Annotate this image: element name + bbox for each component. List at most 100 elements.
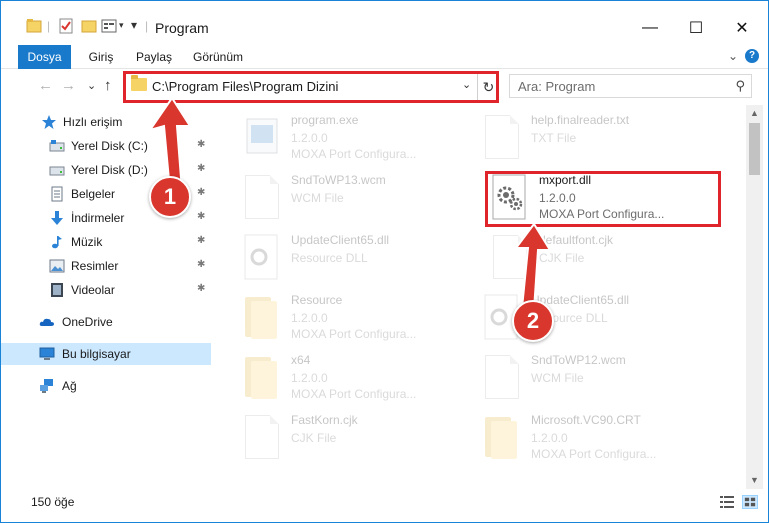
sidebar-item-label: Resimler [71, 259, 119, 273]
file-name: UpdateClient65.dll [291, 233, 390, 247]
details-view-icon[interactable] [719, 495, 735, 509]
file-item[interactable]: help.finalreader.txt TXT File [481, 109, 721, 169]
step-1-badge: 1 [149, 176, 191, 218]
tab-giris[interactable]: Giriş [81, 45, 121, 69]
minimize-button[interactable]: — [627, 11, 673, 45]
file-version: 1.2.0.0 [291, 371, 328, 385]
file-list: program.exe 1.2.0.0 MOXA Port Configura.… [215, 105, 745, 489]
close-button[interactable]: ✕ [719, 11, 765, 45]
sidebar-item-videolar[interactable]: Videolar ✱ [1, 279, 211, 301]
large-icons-view-icon[interactable] [742, 495, 758, 509]
folder-icon [241, 293, 283, 345]
document-icon [481, 353, 523, 405]
search-placeholder: Ara: Program [518, 79, 596, 94]
document-icon [241, 413, 283, 465]
ribbon-tabs: Dosya Giriş Paylaş Görünüm ⌄ ? [1, 45, 768, 69]
sidebar-item-bu-bilgisayar[interactable]: Bu bilgisayar [1, 343, 211, 365]
file-item[interactable]: Microsoft.VC90.CRT 1.2.0.0 MOXA Port Con… [481, 409, 721, 469]
tab-gorunum[interactable]: Görünüm [187, 45, 249, 69]
title-bar: | ▾ ▾ | Program — ☐ ✕ [1, 1, 768, 45]
sidebar-item-label: İndirmeler [71, 211, 125, 225]
explorer-window: | ▾ ▾ | Program — ☐ ✕ Dosya Giriş Paylaş… [0, 0, 769, 523]
file-type: WCM File [531, 371, 584, 385]
help-icon[interactable]: ? [745, 49, 759, 63]
sidebar-item-resimler[interactable]: Resimler ✱ [1, 255, 211, 277]
sidebar-item-label: Hızlı erişim [63, 115, 123, 129]
sidebar-item-label: Müzik [71, 235, 103, 249]
separator: | [145, 19, 149, 33]
expand-ribbon-icon[interactable]: ⌄ [728, 49, 738, 63]
exe-icon [246, 118, 278, 154]
folder-icon [481, 413, 523, 465]
music-icon [52, 236, 62, 249]
file-item[interactable]: UpdateClient65.dll Resource DLL [241, 229, 481, 289]
file-item[interactable]: SndToWP13.wcm WCM File [241, 169, 481, 229]
tab-dosya[interactable]: Dosya [18, 45, 71, 69]
scroll-up-icon[interactable]: ▲ [746, 105, 763, 122]
forward-icon[interactable]: → [61, 77, 76, 94]
file-name: help.finalreader.txt [531, 113, 630, 127]
properties-icon[interactable] [58, 18, 74, 34]
file-version: 1.2.0.0 [291, 311, 328, 325]
sidebar-item-label: Videolar [71, 283, 115, 297]
document-icon [241, 173, 283, 225]
file-item[interactable]: Resource 1.2.0.0 MOXA Port Configura... [241, 289, 481, 349]
tab-paylas[interactable]: Paylaş [131, 45, 177, 69]
sidebar-item-label: Belgeler [71, 187, 116, 201]
file-name: SndToWP13.wcm [291, 173, 386, 187]
item-count: 150 öğe [31, 495, 75, 509]
scroll-thumb[interactable] [749, 123, 760, 175]
sidebar-item-onedrive[interactable]: OneDrive [1, 311, 211, 333]
new-folder-icon[interactable] [81, 18, 97, 34]
folder-icon [241, 353, 283, 405]
sidebar-item-label: Ağ [62, 379, 77, 393]
file-description: MOXA Port Configura... [291, 327, 417, 341]
vertical-scrollbar[interactable]: ▲ ▼ [746, 105, 763, 489]
drive-icon [49, 140, 65, 152]
sidebar-item-label: Bu bilgisayar [62, 347, 131, 361]
file-version: 1.2.0.0 [291, 131, 328, 145]
chevron-down-icon[interactable]: ⌄ [462, 78, 471, 91]
videos-icon [51, 283, 63, 297]
scroll-down-icon[interactable]: ▼ [746, 472, 763, 489]
rename-icon[interactable] [101, 18, 117, 34]
refresh-button[interactable]: ↻ [477, 74, 499, 100]
file-item[interactable]: FastKorn.cjk CJK File [241, 409, 481, 469]
cloud-icon [39, 318, 54, 326]
file-name: Microsoft.VC90.CRT [531, 413, 641, 427]
file-type: WCM File [291, 191, 344, 205]
file-item[interactable]: x64 1.2.0.0 MOXA Port Configura... [241, 349, 481, 409]
folder-icon [131, 75, 147, 91]
file-version: 1.2.0.0 [531, 431, 568, 445]
customize-chevron-icon[interactable]: ▾ [119, 20, 124, 31]
search-icon[interactable]: ⚲ [735, 78, 745, 94]
address-path[interactable]: C:\Program Files\Program Dizini [152, 79, 338, 94]
drive-icon [49, 166, 65, 176]
search-input[interactable]: Ara: Program ⚲ [509, 74, 752, 98]
file-description: MOXA Port Configura... [531, 447, 657, 461]
recent-locations-icon[interactable]: ⌄ [87, 79, 96, 92]
step-2-badge: 2 [512, 300, 554, 342]
file-item[interactable]: program.exe 1.2.0.0 MOXA Port Configura.… [241, 109, 481, 169]
window-title: Program [155, 20, 209, 36]
star-icon [42, 115, 56, 129]
pin-icon[interactable]: ✱ [197, 259, 205, 270]
file-item[interactable]: SndToWP12.wcm WCM File [481, 349, 721, 409]
quick-access-dropdown-icon[interactable]: ▾ [131, 18, 137, 32]
pin-icon[interactable]: ✱ [197, 235, 205, 246]
up-icon[interactable]: ↑ [104, 77, 112, 94]
maximize-button[interactable]: ☐ [673, 11, 719, 45]
file-description: MOXA Port Configura... [291, 387, 417, 401]
pictures-icon [49, 259, 65, 273]
file-type: CJK File [291, 431, 337, 445]
pin-icon[interactable]: ✱ [197, 211, 205, 222]
sidebar-item-ag[interactable]: Ağ [1, 375, 211, 397]
folder-icon[interactable] [26, 18, 42, 34]
back-icon[interactable]: ← [38, 77, 53, 94]
file-name: SndToWP12.wcm [531, 353, 626, 367]
pin-icon[interactable]: ✱ [197, 283, 205, 294]
sidebar-item-muzik[interactable]: Müzik ✱ [1, 231, 211, 253]
file-name: FastKorn.cjk [291, 413, 358, 427]
file-type: Resource DLL [291, 251, 368, 265]
sidebar-item-label: OneDrive [62, 315, 113, 329]
